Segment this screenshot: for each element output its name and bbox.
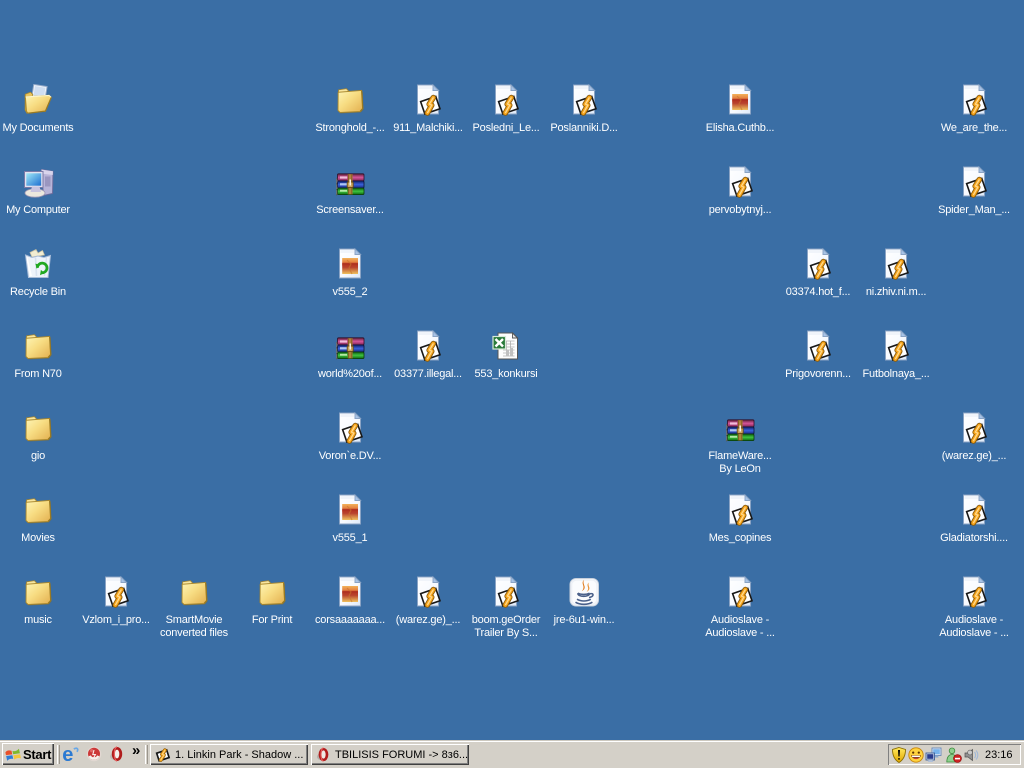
svg-text:e: e (62, 746, 73, 764)
